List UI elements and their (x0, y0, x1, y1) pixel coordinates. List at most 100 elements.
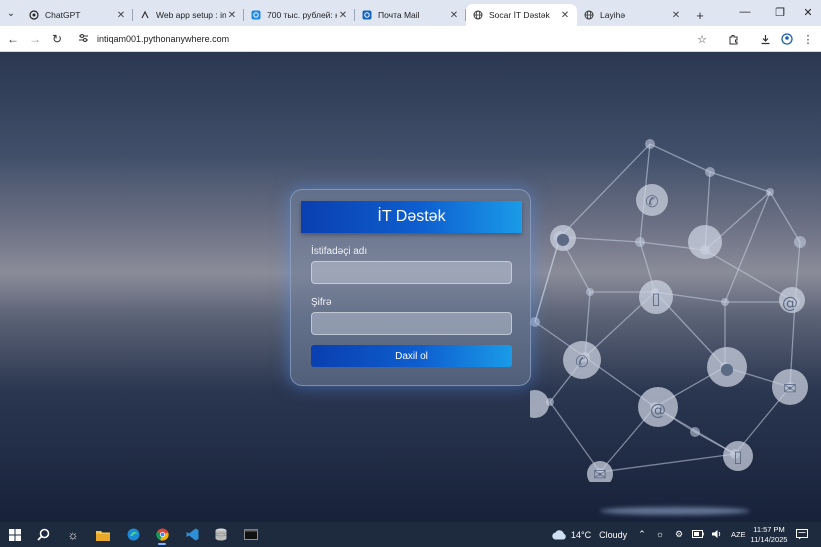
tab-label: Почта Mail (378, 10, 420, 20)
svg-text:✆: ✆ (575, 352, 588, 371)
vscode-icon (186, 528, 198, 541)
new-tab-button[interactable]: + (688, 4, 712, 26)
close-icon[interactable]: ✕ (448, 10, 460, 21)
minimize-icon: — (739, 6, 751, 18)
minimize-button[interactable]: — (727, 0, 763, 24)
plus-icon: + (696, 7, 704, 23)
restore-button[interactable]: ❐ (762, 0, 798, 24)
clock-date: 11/14/2025 (750, 535, 788, 544)
clock[interactable]: 11:57 PM 11/14/2025 (750, 525, 788, 545)
tab-layihe[interactable]: Layihə ✕ (577, 4, 688, 26)
tab-search-button[interactable]: ⌄ (0, 0, 22, 26)
svg-text:@: @ (782, 293, 798, 312)
clock-time: 11:57 PM (753, 525, 785, 534)
network-globe-illustration: ▯ @ @ ▯ ✉ ✉ ● ● ✆ ✆ (530, 139, 808, 482)
svg-text:✉: ✉ (783, 379, 796, 398)
search-button[interactable] (32, 524, 54, 545)
database-app-button[interactable] (210, 524, 232, 545)
terminal-button[interactable] (240, 524, 262, 545)
pythonanywhere-icon (139, 10, 150, 21)
notification-icon[interactable] (795, 527, 809, 541)
taskbar: ☼ 14°C Cloudy ⌃ ☼ ⚙ AZE 11:57 PM 11/14/2… (0, 522, 821, 547)
svg-text:✉: ✉ (593, 465, 606, 482)
globe-icon (583, 10, 594, 21)
reload-button[interactable]: ↻ (48, 30, 66, 48)
edge-icon (127, 528, 139, 541)
menu-dots-icon[interactable]: ⋮ (799, 30, 817, 48)
chrome-browser-button[interactable] (151, 524, 173, 545)
show-hidden-icons-button[interactable]: ⌃ (635, 527, 649, 541)
weather-desc: Cloudy (599, 529, 628, 540)
weather-temp: 14°C (571, 529, 592, 540)
edge-browser-button[interactable] (122, 524, 144, 545)
login-card: İT Dəstək İstifadəçi adı Şifrə Daxil ol (290, 189, 531, 386)
close-icon[interactable]: ✕ (337, 10, 349, 21)
folder-icon (96, 530, 110, 541)
url-text[interactable]: intiqam001.pythonanywhere.com (97, 34, 229, 44)
arrow-left-icon: ← (7, 32, 19, 46)
login-title: İT Dəstək (301, 201, 522, 233)
database-icon (215, 528, 227, 541)
svg-text:▯: ▯ (652, 289, 661, 308)
username-label: İstifadəçi adı (311, 246, 368, 257)
back-button[interactable]: ← (4, 30, 22, 48)
svg-text:●: ● (556, 229, 570, 248)
download-icon[interactable] (756, 30, 774, 48)
forward-button[interactable]: → (26, 30, 44, 48)
reload-icon: ↻ (51, 32, 63, 46)
password-input[interactable] (311, 312, 512, 335)
tab-web-app-setup[interactable]: Web app setup : intiq ✕ (133, 4, 244, 26)
tab-socar-it-destek[interactable]: Socar İT Dəstək ✕ (466, 4, 577, 26)
chatgpt-icon (28, 10, 39, 21)
svg-text:@: @ (650, 400, 666, 419)
close-icon: ✕ (803, 6, 813, 19)
close-window-button[interactable]: ✕ (795, 0, 821, 24)
close-icon[interactable]: ✕ (226, 10, 238, 21)
close-icon[interactable]: ✕ (670, 10, 682, 21)
battery-icon[interactable] (691, 527, 705, 541)
chrome-icon (155, 528, 169, 541)
chevron-down-icon: ⌄ (6, 7, 16, 19)
vscode-button[interactable] (181, 524, 203, 545)
telegram-icon (250, 10, 261, 21)
svg-text:●: ● (720, 359, 734, 378)
bookmark-star-icon[interactable]: ☆ (693, 30, 711, 48)
arrow-right-icon: → (29, 32, 41, 46)
tab-label: Web app setup : intiq (156, 10, 226, 20)
file-explorer-button[interactable] (92, 524, 114, 545)
close-icon[interactable]: ✕ (559, 10, 571, 21)
tab-chatgpt[interactable]: ChatGPT ✕ (22, 4, 133, 26)
globe-icon (472, 10, 483, 21)
svg-text:▯: ▯ (734, 447, 743, 466)
windows-start-button[interactable] (4, 524, 26, 545)
volume-icon[interactable] (710, 527, 724, 541)
windows-logo-icon (9, 528, 21, 541)
tab-mail[interactable]: Почта Mail ✕ (355, 4, 466, 26)
terminal-icon (244, 529, 258, 540)
profile-avatar-icon[interactable] (778, 30, 796, 48)
close-icon[interactable]: ✕ (115, 10, 127, 21)
username-input[interactable] (311, 261, 512, 284)
browser-toolbar: ← → ↻ intiqam001.pythonanywhere.com ☆ ⋮ (0, 26, 821, 52)
tab-strip: ⌄ ChatGPT ✕ Web app setup : intiq ✕ 700 … (0, 0, 821, 26)
page-background: ▯ @ @ ▯ ✉ ✉ ● ● ✆ ✆ İT Dəstək İstifadəçi adı Şi… (0, 52, 821, 522)
tab-telegram[interactable]: 700 тыс. рублей: как ✕ (244, 4, 355, 26)
tab-label: Socar İT Dəstək (489, 10, 550, 20)
svg-text:✆: ✆ (645, 192, 658, 211)
extensions-icon[interactable] (724, 30, 742, 48)
tab-label: 700 тыс. рублей: как (267, 10, 337, 20)
widgets-button[interactable]: ☼ (62, 524, 84, 545)
restore-icon: ❐ (775, 6, 785, 19)
tab-label: ChatGPT (45, 10, 81, 20)
cloud-icon (552, 530, 566, 540)
mail-icon (361, 10, 372, 21)
login-button[interactable]: Daxil ol (311, 345, 512, 367)
brightness-icon[interactable]: ☼ (653, 527, 667, 541)
sun-icon: ☼ (67, 527, 79, 542)
weather-widget[interactable]: 14°C Cloudy (551, 526, 627, 543)
password-label: Şifrə (311, 297, 332, 308)
settings-gear-icon[interactable]: ⚙ (672, 527, 686, 541)
site-settings-icon[interactable] (78, 32, 89, 46)
address-bar[interactable]: intiqam001.pythonanywhere.com (72, 29, 720, 49)
input-language[interactable]: AZE (731, 530, 746, 539)
